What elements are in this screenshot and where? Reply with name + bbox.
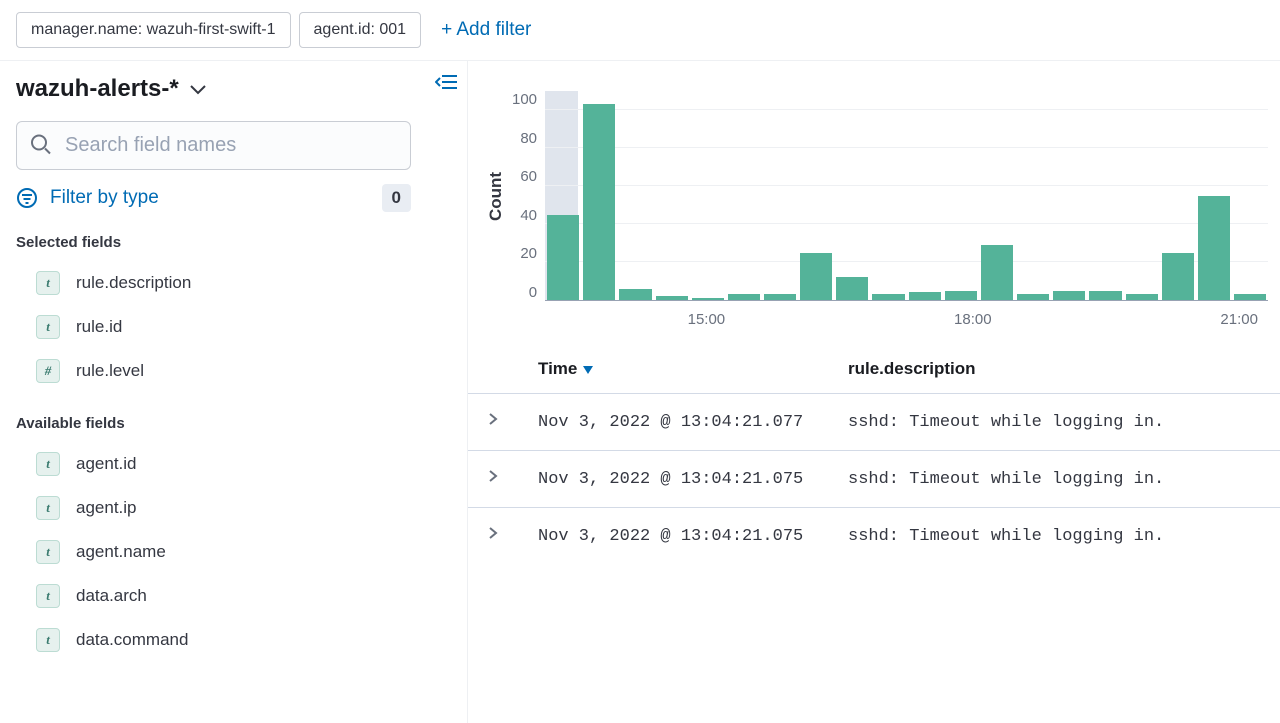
y-tick: 100 bbox=[512, 91, 537, 108]
chart-x-axis: 15:00 18:00 21:00 bbox=[548, 301, 1268, 335]
index-pattern-name: wazuh-alerts-* bbox=[16, 75, 179, 103]
main-layout: wazuh-alerts-* Filter by type 0 Selected… bbox=[0, 61, 1280, 723]
histogram-bar[interactable] bbox=[872, 294, 904, 300]
field-item[interactable]: t agent.name bbox=[16, 530, 451, 574]
filter-by-type-label: Filter by type bbox=[50, 187, 159, 209]
cell-description: sshd: Timeout while logging in. bbox=[848, 413, 1280, 432]
text-type-icon: t bbox=[36, 496, 60, 520]
filter-pill[interactable]: agent.id: 001 bbox=[299, 12, 422, 48]
available-fields-heading: Available fields bbox=[16, 415, 451, 432]
histogram-bar[interactable] bbox=[1053, 291, 1085, 301]
field-item[interactable]: t data.command bbox=[16, 618, 451, 662]
cell-time: Nov 3, 2022 @ 13:04:21.075 bbox=[538, 527, 848, 546]
content-area: Count 100 80 60 40 20 0 15:00 18:00 21:00 Time … bbox=[468, 61, 1280, 723]
filter-by-type-button[interactable]: Filter by type bbox=[16, 187, 159, 209]
chart-plot-area[interactable] bbox=[545, 91, 1268, 301]
chart-y-axis: 100 80 60 40 20 0 bbox=[512, 91, 545, 301]
field-search-input[interactable] bbox=[16, 121, 411, 170]
histogram-bar[interactable] bbox=[619, 289, 651, 300]
histogram-bar[interactable] bbox=[981, 245, 1013, 300]
y-tick: 60 bbox=[520, 168, 537, 185]
table-row: Nov 3, 2022 @ 13:04:21.077sshd: Timeout … bbox=[468, 393, 1280, 450]
available-fields-list: tagent.idtagent.iptagent.nametdata.archt… bbox=[16, 442, 451, 662]
sidebar: wazuh-alerts-* Filter by type 0 Selected… bbox=[0, 61, 468, 723]
sort-desc-icon bbox=[583, 359, 593, 379]
histogram-bar[interactable] bbox=[1126, 294, 1158, 300]
histogram-bar[interactable] bbox=[1198, 196, 1230, 301]
x-tick: 21:00 bbox=[1220, 311, 1258, 328]
filter-type-count-badge: 0 bbox=[382, 184, 411, 212]
histogram-bar[interactable] bbox=[800, 253, 832, 301]
search-icon bbox=[30, 133, 52, 158]
table-header: Time rule.description bbox=[468, 345, 1280, 393]
field-item[interactable]: t data.arch bbox=[16, 574, 451, 618]
field-name-label: rule.description bbox=[76, 273, 191, 293]
collapse-sidebar-icon[interactable] bbox=[435, 73, 457, 94]
histogram-bar[interactable] bbox=[1089, 291, 1121, 301]
field-name-label: rule.level bbox=[76, 361, 144, 381]
text-type-icon: t bbox=[36, 628, 60, 652]
cell-description: sshd: Timeout while logging in. bbox=[848, 470, 1280, 489]
histogram-bar[interactable] bbox=[945, 291, 977, 301]
text-type-icon: t bbox=[36, 584, 60, 608]
field-item[interactable]: t agent.id bbox=[16, 442, 451, 486]
histogram-bar[interactable] bbox=[692, 298, 724, 300]
histogram-bar[interactable] bbox=[728, 294, 760, 300]
histogram-bar[interactable] bbox=[909, 292, 941, 300]
column-time-label: Time bbox=[538, 359, 577, 379]
field-search-wrap bbox=[16, 121, 411, 170]
field-item[interactable]: t rule.description bbox=[16, 261, 451, 305]
expand-row-icon[interactable] bbox=[488, 469, 538, 489]
histogram-bar[interactable] bbox=[764, 294, 796, 300]
y-tick: 40 bbox=[520, 207, 537, 224]
histogram-bar[interactable] bbox=[656, 296, 688, 300]
chart-y-label: Count bbox=[480, 91, 512, 301]
field-name-label: data.arch bbox=[76, 586, 147, 606]
table-row: Nov 3, 2022 @ 13:04:21.075sshd: Timeout … bbox=[468, 507, 1280, 564]
field-name-label: rule.id bbox=[76, 317, 122, 337]
text-type-icon: t bbox=[36, 271, 60, 295]
histogram-bar[interactable] bbox=[1017, 294, 1049, 300]
number-type-icon: # bbox=[36, 359, 60, 383]
text-type-icon: t bbox=[36, 315, 60, 339]
y-tick: 80 bbox=[520, 130, 537, 147]
filter-bar: manager.name: wazuh-first-swift-1agent.i… bbox=[0, 0, 1280, 61]
cell-time: Nov 3, 2022 @ 13:04:21.075 bbox=[538, 470, 848, 489]
cell-description: sshd: Timeout while logging in. bbox=[848, 527, 1280, 546]
histogram-bar[interactable] bbox=[547, 215, 579, 301]
table-rows: Nov 3, 2022 @ 13:04:21.077sshd: Timeout … bbox=[468, 393, 1280, 564]
expand-row-icon[interactable] bbox=[488, 526, 538, 546]
x-tick: 18:00 bbox=[954, 311, 992, 328]
chevron-down-icon bbox=[189, 78, 207, 101]
selected-fields-heading: Selected fields bbox=[16, 234, 451, 251]
field-name-label: agent.ip bbox=[76, 498, 137, 518]
histogram-bar[interactable] bbox=[1234, 294, 1266, 300]
x-tick: 15:00 bbox=[688, 311, 726, 328]
histogram-bar[interactable] bbox=[583, 104, 615, 300]
field-name-label: data.command bbox=[76, 630, 188, 650]
field-item[interactable]: t agent.ip bbox=[16, 486, 451, 530]
column-desc-header[interactable]: rule.description bbox=[848, 359, 1280, 379]
text-type-icon: t bbox=[36, 452, 60, 476]
y-tick: 0 bbox=[529, 284, 537, 301]
histogram-bar[interactable] bbox=[836, 277, 868, 300]
column-time-header[interactable]: Time bbox=[538, 359, 848, 379]
selected-fields-list: t rule.description t rule.id # rule.level bbox=[16, 261, 451, 393]
filter-pill[interactable]: manager.name: wazuh-first-swift-1 bbox=[16, 12, 291, 48]
index-pattern-selector[interactable]: wazuh-alerts-* bbox=[16, 75, 451, 103]
filter-by-type-row: Filter by type 0 bbox=[16, 184, 411, 212]
field-item[interactable]: # rule.level bbox=[16, 349, 451, 393]
field-item[interactable]: t rule.id bbox=[16, 305, 451, 349]
text-type-icon: t bbox=[36, 540, 60, 564]
add-filter-button[interactable]: + Add filter bbox=[441, 19, 531, 41]
histogram-chart[interactable]: Count 100 80 60 40 20 0 15:00 18:00 21:00 bbox=[468, 61, 1280, 345]
field-name-label: agent.id bbox=[76, 454, 137, 474]
cell-time: Nov 3, 2022 @ 13:04:21.077 bbox=[538, 413, 848, 432]
y-tick: 20 bbox=[520, 245, 537, 262]
histogram-bar[interactable] bbox=[1162, 253, 1194, 301]
field-name-label: agent.name bbox=[76, 542, 166, 562]
table-row: Nov 3, 2022 @ 13:04:21.075sshd: Timeout … bbox=[468, 450, 1280, 507]
expand-row-icon[interactable] bbox=[488, 412, 538, 432]
